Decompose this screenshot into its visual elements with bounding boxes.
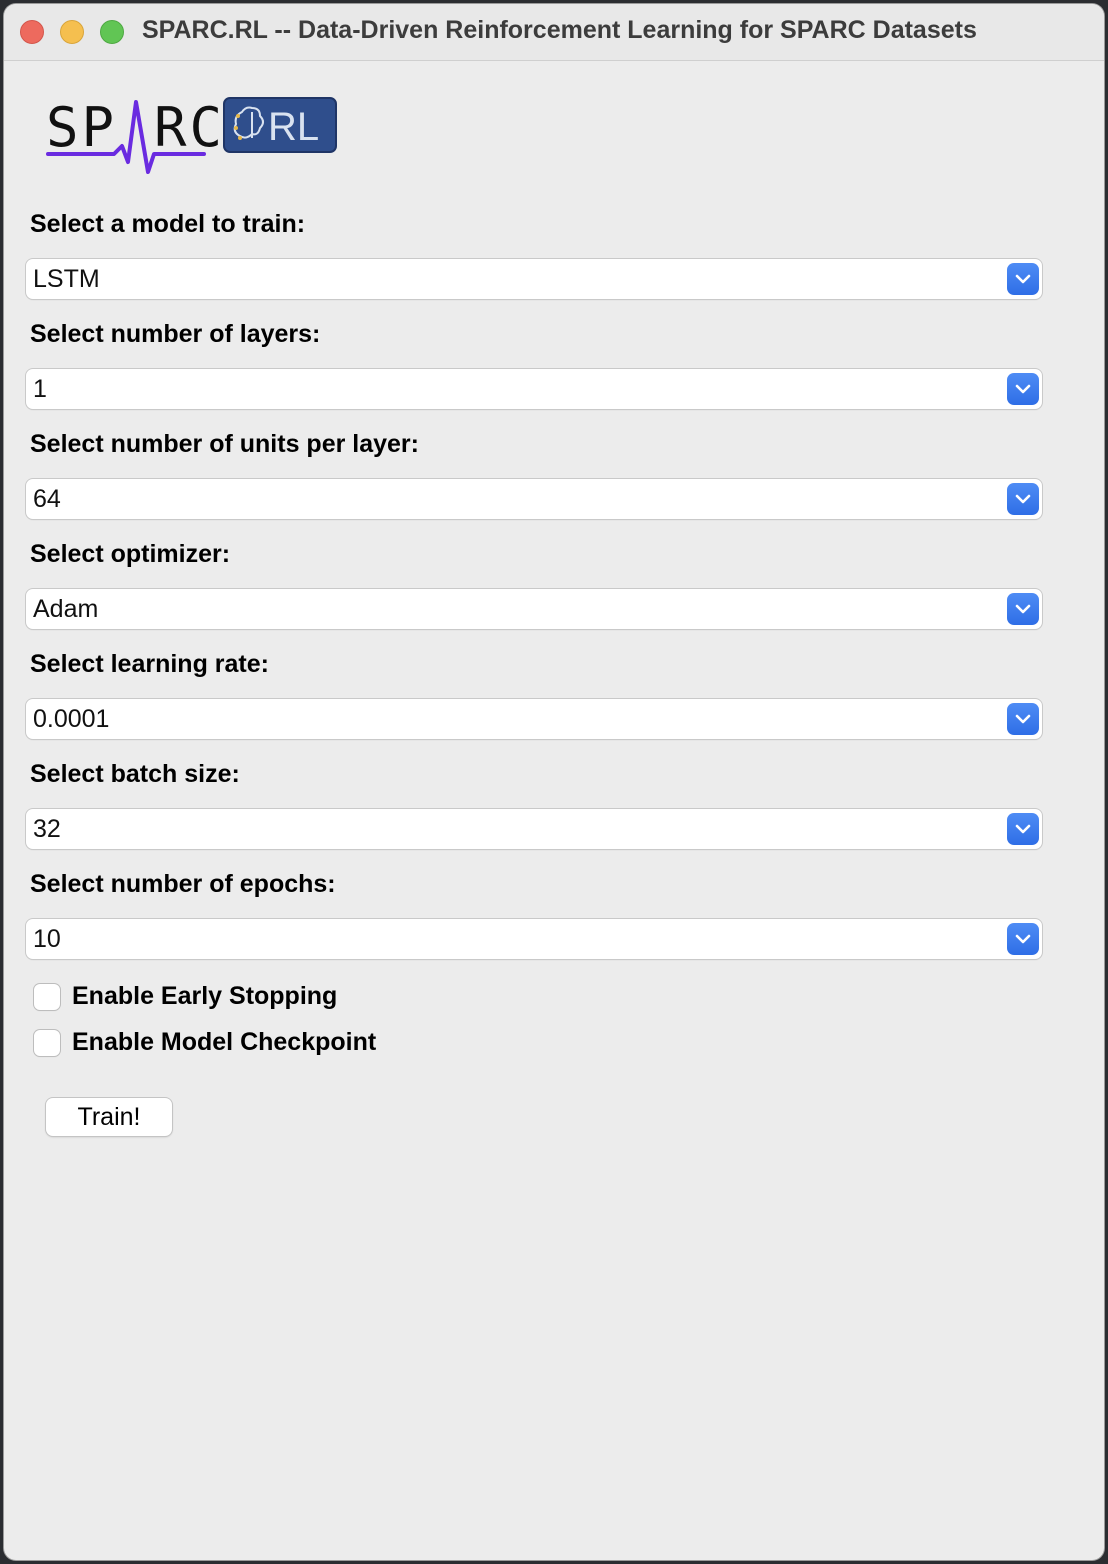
sparc-rl-logo: SP RC RL [44, 92, 344, 186]
optimizer-label: Select optimizer: [30, 540, 231, 568]
model-checkpoint-label[interactable]: Enable Model Checkpoint [72, 1028, 376, 1057]
learning-rate-label: Select learning rate: [30, 650, 269, 678]
epochs-select[interactable]: 10 [26, 919, 1042, 959]
units-label: Select number of units per layer: [30, 430, 419, 458]
batch-size-select[interactable]: 32 [26, 809, 1042, 849]
chevron-down-icon[interactable] [1007, 593, 1039, 625]
model-label: Select a model to train: [30, 210, 306, 238]
early-stopping-label[interactable]: Enable Early Stopping [72, 982, 337, 1011]
chevron-down-icon[interactable] [1007, 483, 1039, 515]
svg-text:RC: RC [154, 96, 225, 159]
epochs-label: Select number of epochs: [30, 870, 336, 898]
model-select-value: LSTM [33, 265, 100, 293]
model-checkpoint-checkbox[interactable] [34, 1030, 60, 1056]
title-bar[interactable]: SPARC.RL -- Data-Driven Reinforcement Le… [4, 4, 1104, 61]
svg-text:SP: SP [46, 96, 117, 159]
learning-rate-select[interactable]: 0.0001 [26, 699, 1042, 739]
early-stopping-checkbox[interactable] [34, 984, 60, 1010]
app-window: SPARC.RL -- Data-Driven Reinforcement Le… [4, 4, 1104, 1560]
maximize-window-button[interactable] [100, 20, 124, 44]
layers-select[interactable]: 1 [26, 369, 1042, 409]
batch-size-label: Select batch size: [30, 760, 240, 788]
chevron-down-icon[interactable] [1007, 373, 1039, 405]
chevron-down-icon[interactable] [1007, 923, 1039, 955]
chevron-down-icon[interactable] [1007, 263, 1039, 295]
epochs-select-value: 10 [33, 925, 61, 953]
minimize-window-button[interactable] [60, 20, 84, 44]
layers-select-value: 1 [33, 375, 47, 403]
optimizer-select-value: Adam [33, 595, 99, 623]
svg-text:RL: RL [268, 105, 319, 149]
learning-rate-select-value: 0.0001 [33, 705, 110, 733]
close-window-button[interactable] [20, 20, 44, 44]
optimizer-select[interactable]: Adam [26, 589, 1042, 629]
layers-label: Select number of layers: [30, 320, 321, 348]
units-select[interactable]: 64 [26, 479, 1042, 519]
window-title: SPARC.RL -- Data-Driven Reinforcement Le… [142, 16, 977, 44]
chevron-down-icon[interactable] [1007, 703, 1039, 735]
train-button[interactable]: Train! [46, 1098, 172, 1136]
units-select-value: 64 [33, 485, 61, 513]
chevron-down-icon[interactable] [1007, 813, 1039, 845]
batch-size-select-value: 32 [33, 815, 61, 843]
model-select[interactable]: LSTM [26, 259, 1042, 299]
